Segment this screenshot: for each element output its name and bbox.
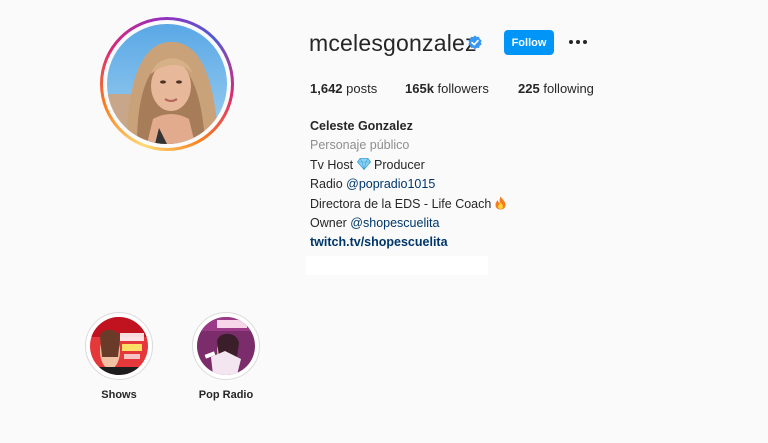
pop-radio-cover-image xyxy=(197,317,255,375)
bio-website-link[interactable]: twitch.tv/shopescuelita xyxy=(310,233,506,252)
bio-line-directora: Directora de la EDS - Life Coach xyxy=(310,195,506,214)
avatar-photo xyxy=(107,24,227,144)
profile-bio: Celeste Gonzalez Personaje público Tv Ho… xyxy=(310,117,506,253)
following-count: 225 xyxy=(518,81,540,96)
more-options-icon[interactable] xyxy=(566,32,590,52)
username: mcelesgonzalez xyxy=(309,30,477,56)
mention-shopescuelita[interactable]: @shopescuelita xyxy=(350,216,439,230)
verified-badge-icon xyxy=(468,35,482,50)
highlight-label-pop-radio: Pop Radio xyxy=(198,389,254,401)
follow-button[interactable]: Follow xyxy=(504,30,554,55)
highlight-label-shows: Shows xyxy=(101,389,137,401)
gem-icon xyxy=(356,157,371,171)
bio-text-owner: Owner xyxy=(310,215,351,230)
followers-count: 165k xyxy=(405,81,434,96)
followers-label: followers xyxy=(437,81,489,96)
category-label: Personaje público xyxy=(310,138,410,153)
blank-area xyxy=(306,256,488,275)
following-label: following xyxy=(543,81,594,96)
bio-text-producer: Producer xyxy=(370,157,425,172)
posts-stat: 1,642 posts xyxy=(310,81,377,96)
full-name: Celeste Gonzalez xyxy=(310,119,413,133)
highlight-shows[interactable]: Shows xyxy=(84,312,154,401)
followers-stat[interactable]: 165k followers xyxy=(405,81,489,96)
bio-text-radio: Radio xyxy=(310,177,347,192)
mention-popradio[interactable]: @popradio1015 xyxy=(346,177,435,191)
escuela-cover-image xyxy=(90,317,148,375)
profile-avatar[interactable] xyxy=(100,17,234,151)
fire-icon xyxy=(495,196,506,210)
bio-line-radio: Radio @popradio1015 xyxy=(310,175,506,194)
posts-label: posts xyxy=(346,81,378,96)
highlight-pop-radio[interactable]: Pop Radio xyxy=(191,312,261,401)
bio-line-tv-host: Tv Host Producer xyxy=(310,156,506,175)
profile-page: mcelesgonzalez Follow 1,642 posts 165k f… xyxy=(0,0,768,443)
posts-count: 1,642 xyxy=(310,81,343,96)
bio-text-directora: Directora de la EDS - Life Coach xyxy=(310,196,495,211)
bio-line-owner: Owner @shopescuelita xyxy=(310,214,506,233)
bio-text-tv-host: Tv Host xyxy=(310,157,357,172)
following-stat[interactable]: 225 following xyxy=(518,81,594,96)
